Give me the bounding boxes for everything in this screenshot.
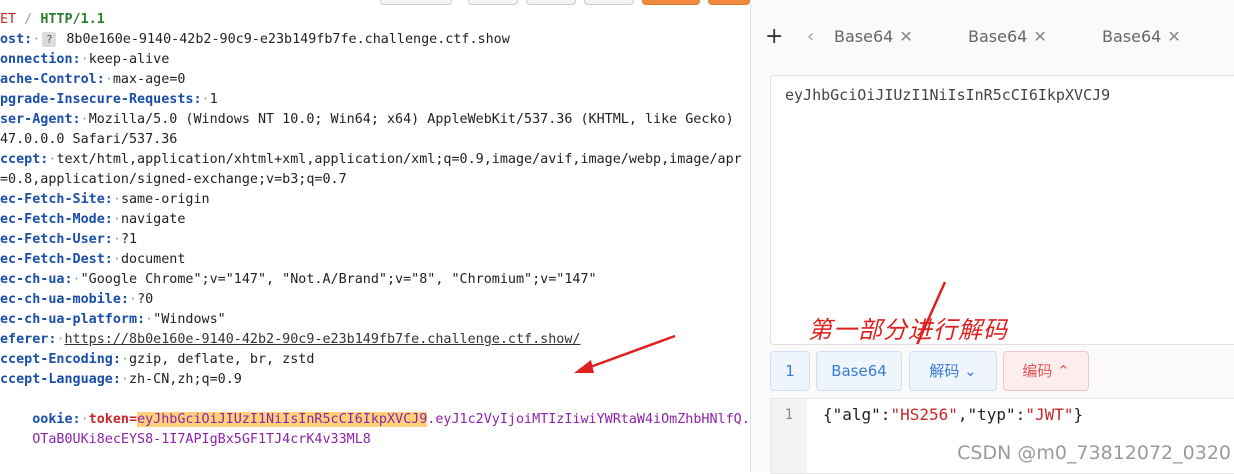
index-button[interactable]: 1 [770, 351, 810, 391]
decoder-tabs: + ‹ Base64 ✕ Base64 ✕ Base64 ✕ [751, 18, 1234, 58]
line-number: 1 [771, 399, 807, 473]
add-tab-icon[interactable]: + [765, 24, 783, 49]
decoder-input[interactable]: eyJhbGciOiJIUzI1NiIsInR5cCI6IkpXVCJ9 第一部… [770, 75, 1234, 345]
red-arrow-icon [915, 281, 947, 344]
red-arrow-icon [574, 334, 676, 373]
tab-base64-2[interactable]: Base64 ✕ [968, 27, 1047, 46]
output-code: {"alg":"HS256","typ":"JWT"} [823, 405, 1084, 424]
watermark: CSDN @m0_73812072_0320 [957, 442, 1231, 464]
encoding-type-select[interactable]: Base64 [816, 351, 902, 391]
chevron-left-icon[interactable]: ‹ [807, 26, 814, 47]
decoder-pane: + ‹ Base64 ✕ Base64 ✕ Base64 ✕ eyJhbGciOiJI… [750, 0, 1234, 474]
chevron-down-icon: ⌄ [964, 362, 977, 380]
tab-base64-1[interactable]: Base64 ✕ [834, 27, 913, 46]
encode-button[interactable]: 编码 ⌃ [1003, 351, 1089, 391]
decode-button[interactable]: 解码 ⌄ [909, 351, 997, 391]
tab-base64-3[interactable]: Base64 ✕ [1102, 27, 1181, 46]
close-icon[interactable]: ✕ [899, 27, 912, 46]
close-icon[interactable]: ✕ [1033, 27, 1046, 46]
close-icon[interactable]: ✕ [1167, 27, 1180, 46]
chevron-up-icon: ⌃ [1057, 362, 1070, 380]
request-pane: ET / HTTP/1.1 ost:·? 8b0e160e-9140-42b2-9… [0, 0, 750, 472]
